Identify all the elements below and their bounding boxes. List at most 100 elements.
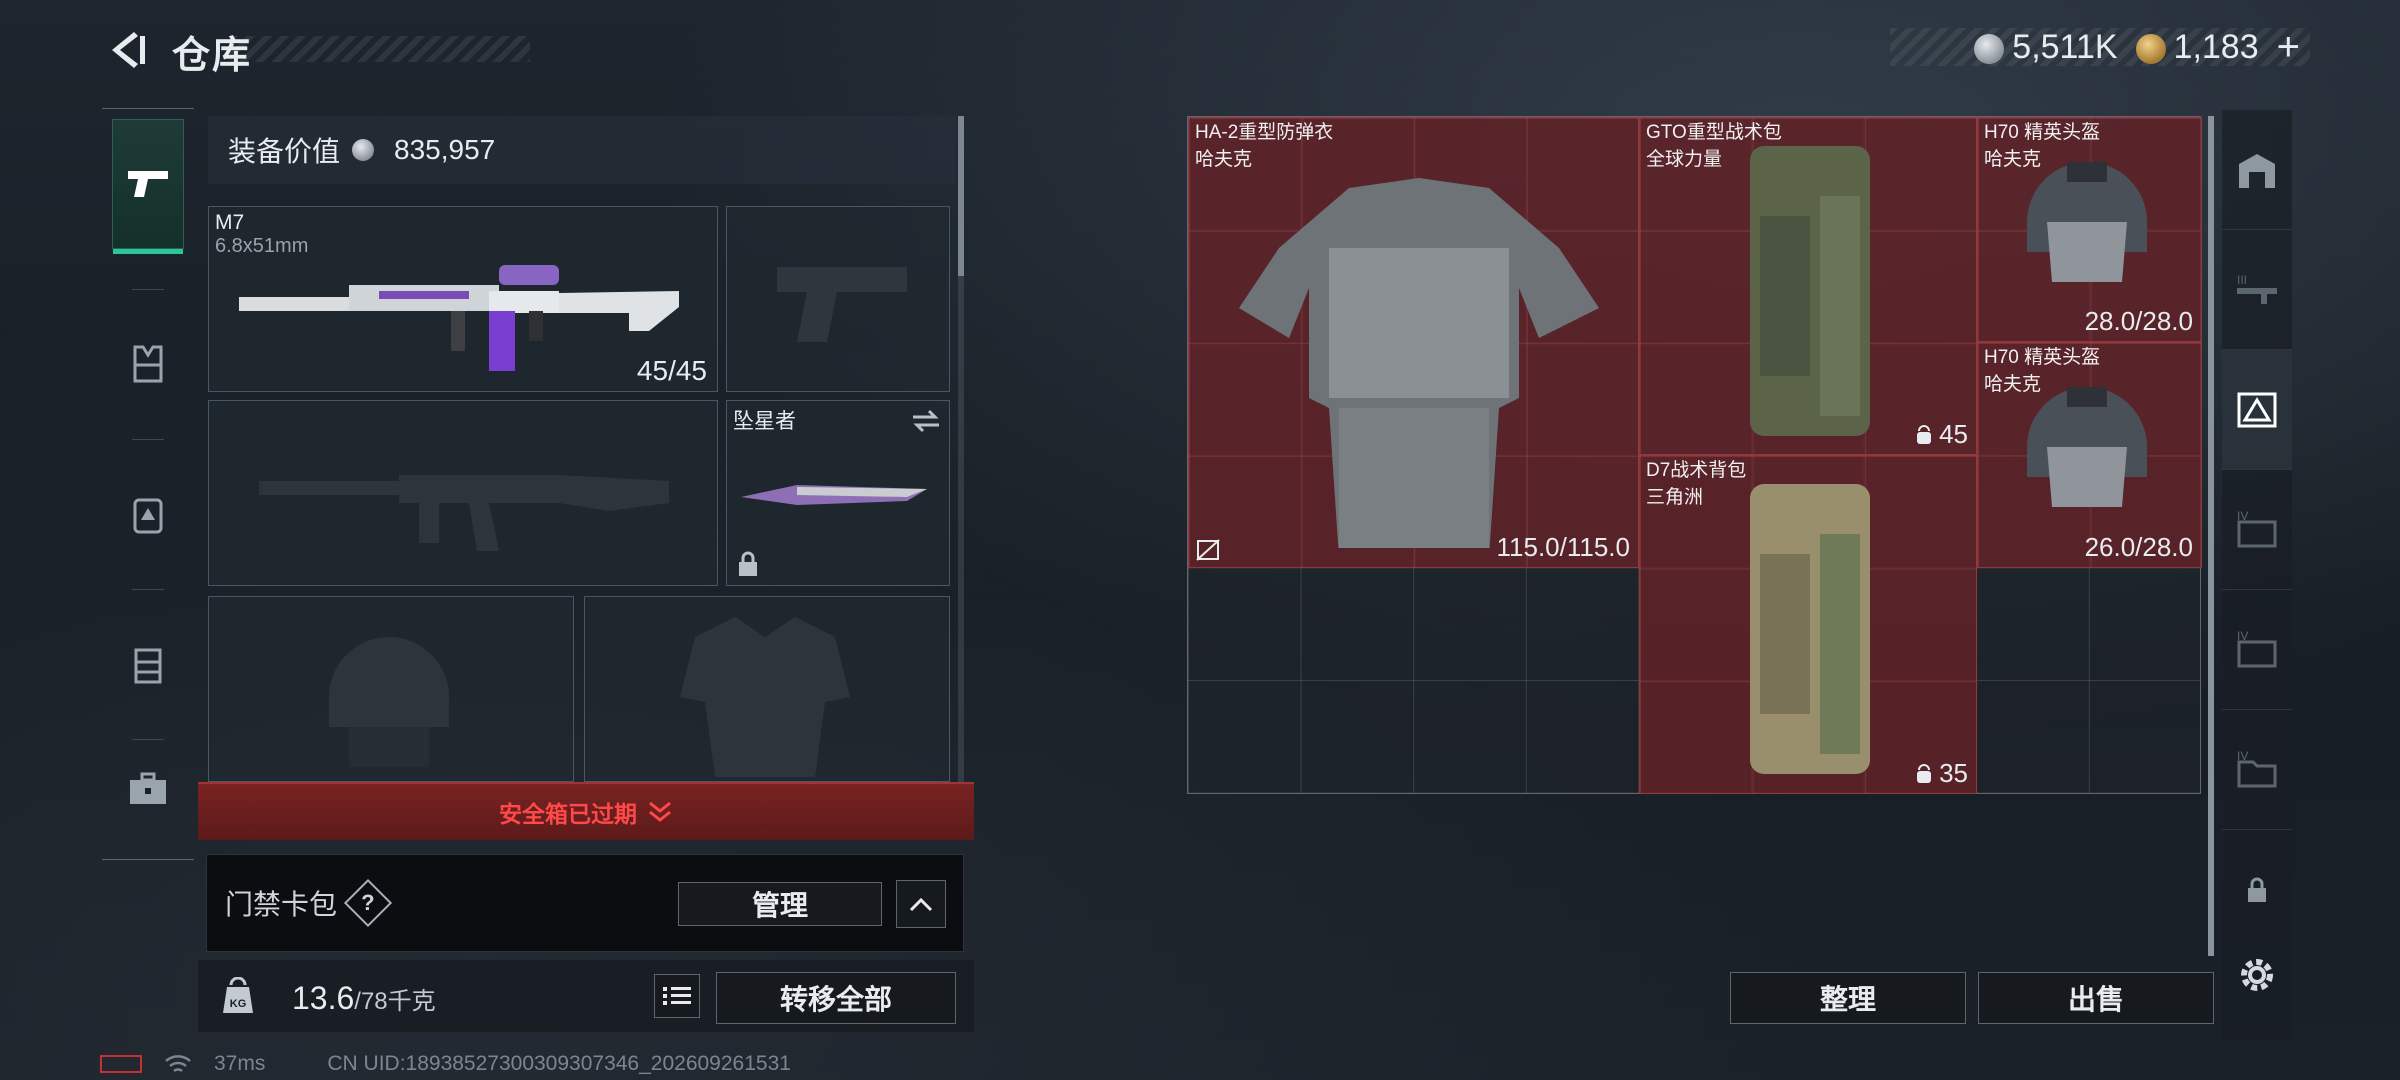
equip-value: 835,957 <box>394 134 496 165</box>
item-durability: 115.0/115.0 <box>1496 532 1631 562</box>
svg-text:IV: IV <box>2237 750 2248 763</box>
back-button[interactable] <box>100 24 152 76</box>
melee-name: 坠星者 <box>733 410 796 433</box>
equipment-value-bar: 装备价值 835,957 <box>208 116 956 184</box>
helmet-silhouette-icon <box>329 637 449 767</box>
storage-item-armor[interactable]: HA-2重型防弹衣 哈夫克 115.0/115.0 <box>1188 117 1639 568</box>
storage-item-helmet-2[interactable]: H70 精英头盔 哈夫克 26.0/28.0 <box>1977 342 2202 568</box>
storage-item-d7-pack[interactable]: D7战术背包 三角洲 35 <box>1639 455 1977 794</box>
silver-currency: 5,511K <box>1974 28 2118 67</box>
safe-box-expired-text: 安全箱已过期 <box>499 801 637 827</box>
svg-text:IV: IV <box>2237 630 2248 643</box>
storage-grid: HA-2重型防弹衣 哈夫克 115.0/115.0 GTO重型战术包 全球力量 … <box>1187 116 2202 794</box>
settings-button[interactable] <box>2232 950 2282 1000</box>
category-tabs <box>102 108 194 860</box>
manage-button[interactable]: 管理 <box>678 882 882 926</box>
page-title: 仓库 <box>172 35 253 77</box>
melee-slot[interactable]: 坠星者 <box>726 400 950 586</box>
backpack-icon <box>133 498 163 534</box>
storage-side-tabs: III IV IV IV <box>2222 110 2292 1040</box>
lock-icon <box>2248 877 2266 902</box>
tab-vests[interactable] <box>112 299 184 429</box>
tab-storage-main[interactable] <box>2222 110 2292 230</box>
chevron-up-icon <box>909 897 933 912</box>
pistol-icon <box>128 171 168 197</box>
rifle-silhouette-icon <box>259 475 669 551</box>
tab-storage-weapons[interactable]: III <box>2222 230 2292 350</box>
knife-image <box>741 485 927 505</box>
status-footer: 37ms CN UID:18938527300309307346_2026092… <box>100 1052 791 1076</box>
storage-item-gto-pack[interactable]: GTO重型战术包 全球力量 45 <box>1639 117 1977 455</box>
capacity-icon <box>1917 763 1932 783</box>
user-uid: CN UID:18938527300309307346_202609261531 <box>327 1052 791 1075</box>
expand-keycard-button[interactable] <box>896 880 946 928</box>
secondary-weapon-slot[interactable] <box>208 400 718 586</box>
gold-coin-icon <box>2135 33 2166 64</box>
storage-scrollbar[interactable] <box>2208 116 2214 956</box>
tab-storage-tier4-b[interactable]: IV <box>2222 590 2292 710</box>
weapon-ammo: 45/45 <box>636 355 707 386</box>
tab-rigs[interactable] <box>112 599 184 729</box>
tab-divider <box>132 289 164 290</box>
sort-button[interactable]: 整理 <box>1730 972 1966 1024</box>
silver-coin-icon <box>1974 33 2005 64</box>
rifle-image <box>239 265 679 371</box>
tab-storage-locked[interactable] <box>2222 830 2292 950</box>
transfer-all-button[interactable]: 转移全部 <box>716 972 956 1024</box>
storage-item-helmet-1[interactable]: H70 精英头盔 哈夫克 28.0/28.0 <box>1977 117 2202 342</box>
swap-icon[interactable] <box>911 409 941 433</box>
keycard-label: 门禁卡包 <box>225 889 338 920</box>
item-durability: 28.0/28.0 <box>2084 306 2193 336</box>
loadout-scrollbar[interactable] <box>958 116 964 276</box>
tab-storage-tier4-c[interactable]: IV <box>2222 710 2292 830</box>
silver-coin-icon <box>352 139 375 161</box>
double-chevron-down-icon <box>649 801 671 822</box>
pistol-silhouette-icon <box>777 267 907 342</box>
weight-value: 13.6 <box>292 980 355 1016</box>
tier4-crate-icon: IV <box>2237 630 2277 667</box>
tab-cases[interactable] <box>112 724 184 854</box>
item-name: H70 精英头盔 <box>1984 122 2101 143</box>
gold-currency: 1,183 <box>2135 28 2259 67</box>
helmet-image <box>2027 387 2147 507</box>
wifi-icon <box>165 1055 191 1073</box>
backpack-image <box>1750 484 1870 774</box>
briefcase-icon <box>130 772 166 804</box>
armor-silhouette-icon <box>680 617 850 777</box>
item-brand: 全球力量 <box>1646 149 1723 170</box>
svg-text:III: III <box>2237 273 2247 287</box>
weight-icon: KG <box>210 968 266 1024</box>
rifle-tier-icon: III <box>2237 273 2277 304</box>
safe-box-expired-banner[interactable]: 安全箱已过期 <box>198 782 974 840</box>
item-brand: 三角洲 <box>1646 487 1704 508</box>
list-view-button[interactable] <box>654 974 700 1018</box>
tab-weapons[interactable] <box>112 119 184 254</box>
help-icon[interactable]: ? <box>343 878 393 928</box>
svg-text:IV: IV <box>2237 510 2248 523</box>
capacity-icon <box>1917 424 1932 444</box>
armor-slot[interactable] <box>584 596 950 782</box>
warehouse-icon <box>2239 153 2275 188</box>
back-arrow-icon <box>112 32 145 68</box>
armor-vest-image <box>1239 178 1599 548</box>
sidearm-slot[interactable] <box>726 206 950 392</box>
add-currency-button[interactable]: + <box>2277 25 2300 70</box>
tab-storage-tier4-a[interactable]: IV <box>2222 470 2292 590</box>
tab-storage-gear[interactable] <box>2222 350 2292 470</box>
tier4-folder-icon: IV <box>2237 750 2277 787</box>
title-decoration <box>230 36 530 62</box>
no-repair-icon <box>1196 539 1220 561</box>
helmet-slot[interactable] <box>208 596 574 782</box>
item-name: H70 精英头盔 <box>1984 347 2101 368</box>
rig-icon <box>134 648 162 684</box>
item-durability: 26.0/28.0 <box>2084 532 2193 562</box>
sell-button[interactable]: 出售 <box>1978 972 2214 1024</box>
list-icon <box>663 987 691 1005</box>
item-capacity: 45 <box>1915 419 1968 450</box>
item-capacity: 35 <box>1915 758 1968 789</box>
helmet-image <box>2027 162 2147 282</box>
tab-backpacks[interactable] <box>112 449 184 579</box>
carry-weight: 13.6/78千克 <box>292 980 436 1017</box>
tab-divider <box>132 439 164 440</box>
primary-weapon-slot[interactable]: M7 6.8x51mm 45/45 <box>208 206 718 392</box>
